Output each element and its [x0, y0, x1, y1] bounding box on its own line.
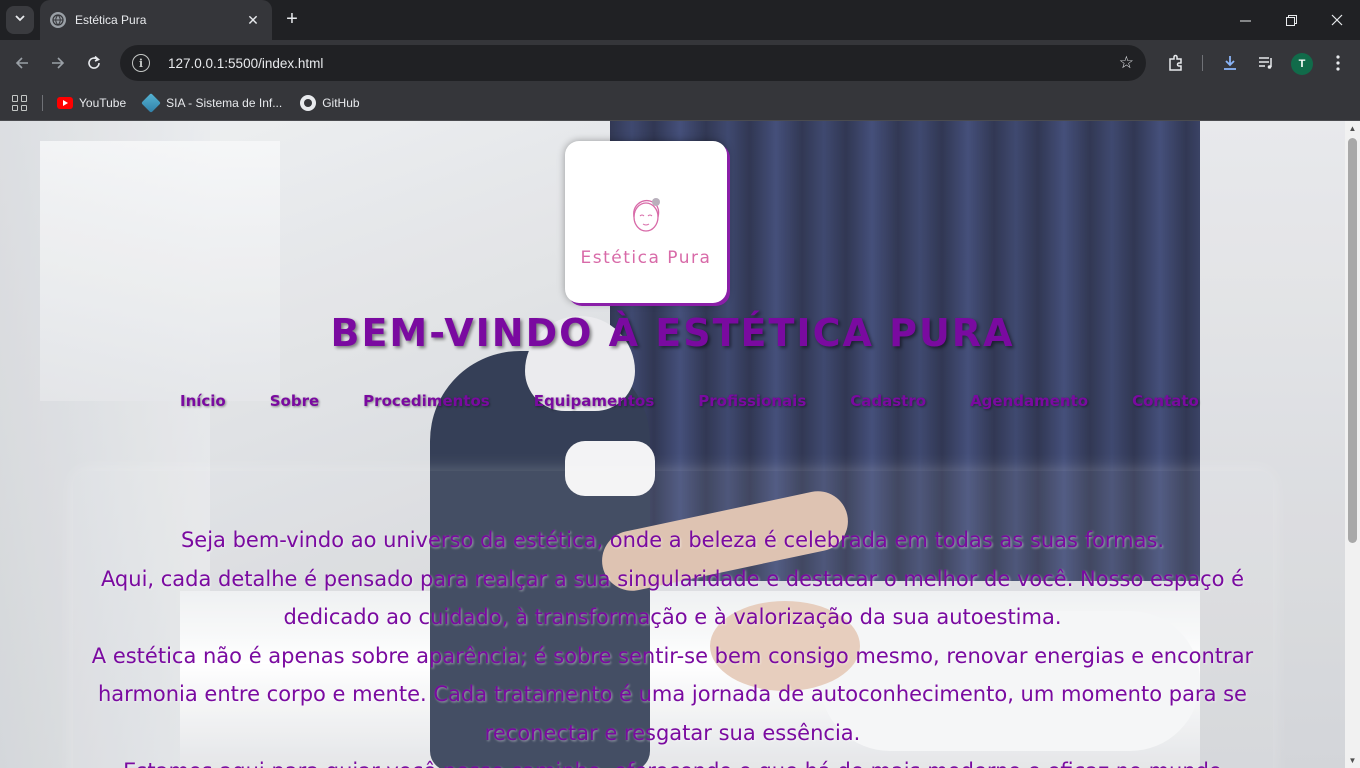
bookmarks-bar: YouTube SIA - Sistema de Inf... GitHub: [0, 86, 1360, 121]
reload-button[interactable]: [80, 49, 108, 77]
nav-inicio[interactable]: Início: [180, 392, 226, 410]
address-bar[interactable]: i 127.0.0.1:5500/index.html ☆: [120, 45, 1146, 81]
profile-avatar[interactable]: T: [1291, 53, 1313, 75]
github-icon: [300, 95, 317, 111]
minimize-button[interactable]: [1222, 0, 1268, 40]
bookmark-sia[interactable]: SIA - Sistema de Inf...: [141, 93, 283, 113]
tab-title: Estética Pura: [75, 13, 147, 27]
tab-strip: Estética Pura ✕ +: [0, 0, 1360, 40]
toolbar-divider: [1202, 55, 1203, 71]
site-logo[interactable]: Estética Pura: [565, 141, 727, 303]
woman-face-logo-icon: [624, 195, 668, 240]
sia-icon: [141, 93, 162, 113]
youtube-icon: [57, 97, 73, 109]
site-info-icon[interactable]: i: [132, 54, 150, 72]
nav-cadastro[interactable]: Cadastro: [850, 392, 926, 410]
media-playlist-icon[interactable]: [1252, 49, 1280, 77]
bookmark-label: GitHub: [322, 96, 360, 110]
nav-procedimentos[interactable]: Procedimentos: [363, 392, 490, 410]
url-text[interactable]: 127.0.0.1:5500/index.html: [168, 56, 1119, 71]
browser-toolbar: i 127.0.0.1:5500/index.html ☆: [0, 40, 1360, 86]
welcome-paragraph: Aqui, cada detalhe é pensado para realça…: [100, 566, 1245, 630]
nav-equipamentos[interactable]: Equipamentos: [534, 392, 655, 410]
extensions-icon[interactable]: [1162, 49, 1190, 77]
bookmark-label: SIA - Sistema de Inf...: [166, 96, 283, 110]
nav-profissionais[interactable]: Profissionais: [698, 392, 806, 410]
apps-grid-icon[interactable]: [12, 95, 28, 111]
download-icon[interactable]: [1216, 49, 1244, 77]
forward-button[interactable]: [44, 49, 72, 77]
active-tab[interactable]: Estética Pura ✕: [40, 0, 272, 40]
back-button[interactable]: [8, 49, 36, 77]
nav-agendamento[interactable]: Agendamento: [970, 392, 1088, 410]
page-viewport: Estética Pura BEM-VINDO À ESTÉTICA PURA …: [0, 121, 1345, 768]
globe-icon: [50, 12, 66, 28]
menu-kebab-icon[interactable]: [1324, 49, 1352, 77]
welcome-paragraph: Seja bem-vindo ao universo da estética, …: [180, 528, 1165, 552]
welcome-paragraph: A estética não é apenas sobre aparência;…: [91, 643, 1254, 745]
welcome-text: Seja bem-vindo ao universo da estética, …: [90, 521, 1255, 768]
welcome-paragraph: Estamos aqui para guiar você nesse camin…: [90, 752, 1255, 768]
bookmark-youtube[interactable]: YouTube: [57, 96, 126, 110]
tab-search-button[interactable]: [6, 6, 34, 34]
chevron-down-icon: [14, 11, 26, 29]
bookmark-star-icon[interactable]: ☆: [1119, 53, 1134, 73]
scroll-up-icon[interactable]: ▲: [1345, 121, 1360, 136]
main-nav: Início Sobre Procedimentos Equipamentos …: [158, 392, 1221, 410]
page-scrollbar[interactable]: ▲ ▼: [1345, 121, 1360, 768]
nav-contato[interactable]: Contato: [1132, 392, 1199, 410]
logo-text: Estética Pura: [580, 247, 712, 268]
close-window-button[interactable]: [1314, 0, 1360, 40]
scroll-down-icon[interactable]: ▼: [1345, 753, 1360, 768]
nav-sobre[interactable]: Sobre: [270, 392, 319, 410]
close-tab-icon[interactable]: ✕: [244, 12, 262, 29]
new-tab-button[interactable]: +: [280, 8, 304, 32]
scrollbar-thumb[interactable]: [1348, 138, 1357, 543]
bookmark-label: YouTube: [79, 96, 127, 110]
page-title: BEM-VINDO À ESTÉTICA PURA: [330, 311, 1015, 355]
bookmarks-separator: [42, 95, 43, 111]
restore-button[interactable]: [1268, 0, 1314, 40]
bookmark-github[interactable]: GitHub: [300, 95, 360, 111]
